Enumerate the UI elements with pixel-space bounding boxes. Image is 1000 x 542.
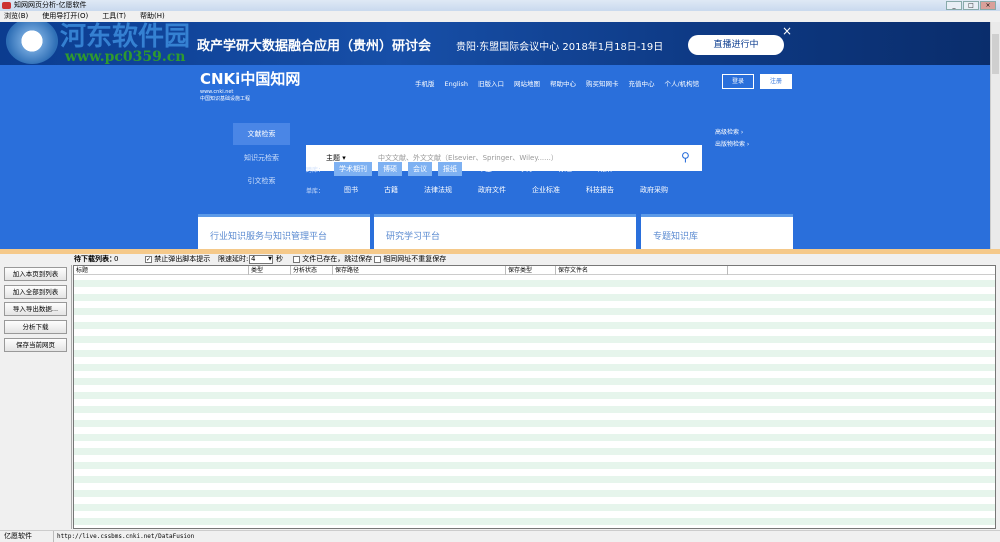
col-type[interactable]: 类型	[249, 266, 291, 275]
delay-unit: 秒	[276, 255, 283, 263]
action-panel: 加入本页到列表 加入全部到列表 导入导出数据... 分析下载 保存当前网页	[0, 265, 72, 529]
minimize-button[interactable]: _	[946, 1, 962, 10]
publication-search-link[interactable]: 出版物检索 ›	[715, 139, 749, 148]
tab-citation-search[interactable]: 引文检索	[233, 170, 290, 192]
menu-browse[interactable]: 浏览(B)	[4, 12, 28, 20]
nav-help[interactable]: 帮助中心	[550, 80, 576, 88]
app-icon	[2, 2, 11, 9]
options-toolbar: 待下载列表： 0 ✓ 禁止弹出脚本提示 限速延时: 4 ▼ 秒 文件已存在，跳过保…	[0, 254, 1000, 265]
search-icon[interactable]: ⚲	[681, 150, 690, 164]
menu-open[interactable]: 使用导打开(O)	[42, 12, 88, 20]
scroll-thumb[interactable]	[992, 34, 999, 74]
login-button[interactable]: 登录	[722, 74, 754, 89]
db-tech-report[interactable]: 科技报告	[576, 183, 624, 197]
status-bar: 亿愿软件 http://live.cssbms.cnki.net/DataFus…	[0, 530, 1000, 542]
cnki-logo[interactable]: CNKi中国知网 www.cnki.net 中国知识基础设施工程	[200, 68, 300, 102]
menu-bar: 浏览(B) 使用导打开(O) 工具(T) 帮助(H)	[0, 11, 1000, 22]
skip-dup-checkbox[interactable]: 相同网址不重复保存	[374, 254, 446, 265]
db-patent[interactable]: 专利	[508, 162, 542, 176]
block-script-checkbox[interactable]: ✓ 禁止弹出脚本提示	[145, 254, 210, 265]
nav-old[interactable]: 旧版入口	[478, 80, 504, 88]
card-industry[interactable]: 行业知识服务与知识管理平台	[198, 214, 370, 249]
nav-mobile[interactable]: 手机版	[415, 80, 435, 88]
list-header: 标题 类型 分析状态 保存路径 保存类型 保存文件名	[74, 266, 995, 275]
pending-label: 待下载列表：	[74, 255, 116, 263]
db-gov-doc[interactable]: 政府文件	[468, 183, 516, 197]
db-yearbook[interactable]: 年鉴	[468, 162, 502, 176]
chip-journal[interactable]: 学术期刊	[334, 162, 373, 176]
import-export-button[interactable]: 导入导出数据...	[4, 302, 67, 316]
tab-literature-search[interactable]: 文献检索	[233, 123, 290, 145]
single-db-row: 单库： 图书 古籍 法律法规 政府文件 企业标准 科技报告 政府采购	[306, 183, 678, 197]
card-research[interactable]: 研究学习平台	[374, 214, 636, 249]
nav-sitemap[interactable]: 网站地图	[514, 80, 540, 88]
db-gov-purchase[interactable]: 政府采购	[630, 183, 678, 197]
banner-location: 贵阳·东盟国际会议中心 2018年1月18日-19日	[456, 42, 664, 53]
chevron-down-icon: ▼	[268, 256, 272, 262]
card-topic[interactable]: 专题知识库	[641, 214, 793, 249]
nav-buy[interactable]: 购买知网卡	[586, 80, 619, 88]
col-title[interactable]: 标题	[74, 266, 249, 275]
delay-label: 限速延时:	[218, 255, 249, 263]
add-page-button[interactable]: 加入本页到列表	[4, 267, 67, 281]
chip-conference[interactable]: 会议	[408, 162, 433, 176]
banner-close-icon[interactable]: ×	[782, 24, 792, 38]
nav-english[interactable]: English	[445, 80, 468, 88]
top-nav: 手机版 English 旧版入口 网站地图 帮助中心 购买知网卡 充值中心 个人/机构馆	[415, 78, 709, 88]
web-browser[interactable]: 政产学研大数据融合应用（贵州）研讨会 贵阳·东盟国际会议中心 2018年1月18…	[0, 22, 990, 249]
col-save-type[interactable]: 保存类型	[506, 266, 556, 275]
db-book[interactable]: 图书	[334, 183, 368, 197]
delay-select[interactable]: 4 ▼	[249, 255, 273, 264]
db-achievement[interactable]: 成果	[588, 162, 622, 176]
title-bar: 知网网页分析-亿愿软件 _ □ ×	[0, 0, 1000, 11]
skip-exist-checkbox[interactable]: 文件已存在，跳过保存	[293, 254, 372, 265]
chip-thesis[interactable]: 博硕	[378, 162, 403, 176]
tab-knowledge-search[interactable]: 知识元检索	[233, 147, 290, 169]
close-button[interactable]: ×	[980, 1, 996, 10]
save-page-button[interactable]: 保存当前网页	[4, 338, 67, 352]
status-app: 亿愿软件	[4, 532, 32, 540]
menu-help[interactable]: 帮助(H)	[140, 12, 165, 20]
live-button[interactable]: 直播进行中	[688, 35, 784, 55]
status-url: http://live.cssbms.cnki.net/DataFusion	[53, 531, 194, 542]
col-status[interactable]: 分析状态	[291, 266, 333, 275]
db-law[interactable]: 法律法规	[414, 183, 462, 197]
pending-count: 0	[114, 255, 119, 263]
chip-newspaper[interactable]: 报纸	[438, 162, 463, 176]
db-enterprise-std[interactable]: 企业标准	[522, 183, 570, 197]
add-all-button[interactable]: 加入全部到列表	[4, 285, 67, 299]
db-ancient[interactable]: 古籍	[374, 183, 408, 197]
db-standard[interactable]: 标准	[548, 162, 582, 176]
analyze-download-button[interactable]: 分析下载	[4, 320, 67, 334]
banner-headline: 政产学研大数据融合应用（贵州）研讨会	[197, 39, 432, 54]
watermark-url: www.pc0359.cn	[65, 49, 186, 65]
col-filename[interactable]: 保存文件名	[556, 266, 728, 275]
cross-db-row: 跨库： 学术期刊 博硕 会议 报纸 年鉴 专利 标准 成果	[306, 162, 622, 176]
browser-scrollbar[interactable]	[990, 22, 1000, 249]
maximize-button[interactable]: □	[963, 1, 979, 10]
nav-recharge[interactable]: 充值中心	[628, 80, 654, 88]
col-path[interactable]: 保存路径	[333, 266, 506, 275]
advanced-search-link[interactable]: 高级检索 ›	[715, 127, 743, 136]
nav-personal[interactable]: 个人/机构馆	[664, 80, 699, 88]
register-button[interactable]: 注册	[760, 74, 792, 89]
menu-tools[interactable]: 工具(T)	[102, 12, 126, 20]
window-title: 知网网页分析-亿愿软件	[14, 1, 87, 9]
download-list[interactable]: 标题 类型 分析状态 保存路径 保存类型 保存文件名	[73, 265, 996, 529]
